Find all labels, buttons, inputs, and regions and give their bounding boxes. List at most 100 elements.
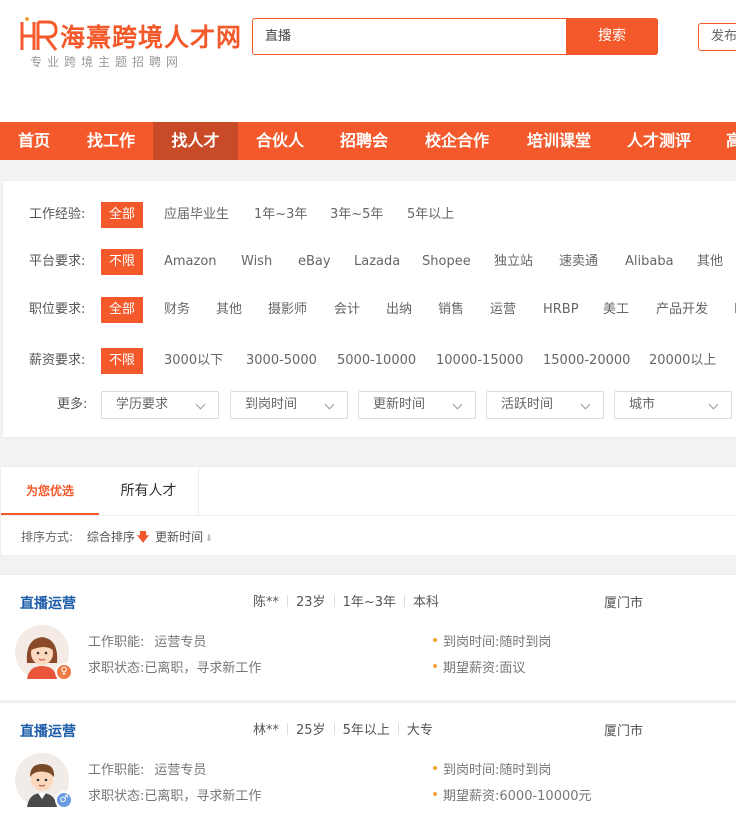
salary-label: 期望薪资: bbox=[443, 661, 500, 676]
candidate-education: 大专 bbox=[406, 723, 433, 738]
site-header: 海熹跨境人才网 专业跨境主题招聘网 搜索 发布 bbox=[0, 0, 736, 122]
filter-option[interactable]: Shopee bbox=[422, 249, 471, 275]
status-label: 求职状态: bbox=[88, 789, 145, 804]
tab-all-talent[interactable]: 所有人才 bbox=[99, 467, 199, 515]
filter-option[interactable]: eBay bbox=[298, 249, 331, 275]
results-tabs-panel: 为您优选 所有人才 排序方式: 综合排序 🡇 更新时间 ⬇ bbox=[0, 466, 736, 556]
filter-row-position: 职位要求: 全部 财务 其他 摄影师 会计 出纳 销售 运营 HRBP 美工 产… bbox=[3, 297, 736, 323]
active-time-dropdown[interactable]: 活跃时间 bbox=[486, 391, 604, 419]
nav-item-jobs[interactable]: 找工作 bbox=[70, 122, 152, 160]
candidate-card[interactable]: 直播运营 林** 25岁 5年以上 大专 厦门市 ♂ 工作职能: 运营专员 求职状态:已… bbox=[0, 702, 736, 827]
publish-button[interactable]: 发布 bbox=[698, 23, 736, 51]
nav-item-jobfair[interactable]: 招聘会 bbox=[324, 122, 404, 160]
filter-option[interactable]: 1年~3年 bbox=[254, 202, 307, 228]
nav-item-partner[interactable]: 合伙人 bbox=[240, 122, 320, 160]
candidate-education: 本科 bbox=[413, 595, 440, 610]
search-input[interactable] bbox=[253, 19, 567, 54]
filter-option[interactable]: 其他 bbox=[697, 249, 723, 275]
dropdown-label: 更新时间 bbox=[373, 397, 426, 412]
candidate-card[interactable]: 直播运营 陈** 23岁 1年~3年 本科 厦门市 ♀ 工作职能: 运营专员 求职状态:… bbox=[0, 574, 736, 700]
filter-option[interactable]: 美工 bbox=[603, 297, 629, 323]
salary-label: 期望薪资: bbox=[443, 789, 500, 804]
status-row: 求职状态:已离职，寻求新工作 bbox=[88, 657, 261, 676]
candidate-experience: 5年以上 bbox=[342, 723, 390, 738]
candidate-meta: 林** 25岁 5年以上 大专 bbox=[253, 719, 433, 738]
filter-row-salary: 薪资要求: 不限 3000以下 3000-5000 5000-10000 100… bbox=[3, 348, 736, 374]
nav-item-talent[interactable]: 找人才 bbox=[153, 122, 238, 160]
filter-option[interactable]: 15000-20000 bbox=[543, 348, 630, 374]
filter-option[interactable]: 不限 bbox=[101, 348, 144, 374]
site-logo[interactable]: 海熹跨境人才网 专业跨境主题招聘网 bbox=[18, 14, 241, 72]
salary-value: 面议 bbox=[499, 661, 526, 676]
arrival-time-dropdown[interactable]: 到岗时间 bbox=[230, 391, 348, 419]
city-dropdown[interactable]: 城市 bbox=[614, 391, 732, 419]
arrival-label: 到岗时间: bbox=[443, 763, 500, 778]
arrow-down-icon: 🡇 bbox=[136, 530, 150, 544]
filter-option[interactable]: 独立站 bbox=[494, 249, 533, 275]
candidate-city: 厦门市 bbox=[604, 596, 644, 611]
status-value: 已离职，寻求新工作 bbox=[144, 789, 262, 804]
divider bbox=[404, 595, 405, 607]
filter-option[interactable]: 5年以上 bbox=[407, 202, 454, 228]
filter-option[interactable]: Alibaba bbox=[625, 249, 674, 275]
divider bbox=[287, 723, 289, 735]
divider bbox=[333, 595, 335, 607]
filter-option[interactable]: 财务 bbox=[164, 297, 190, 323]
candidate-position[interactable]: 直播运营 bbox=[20, 721, 76, 741]
filter-option[interactable]: 产品开发 bbox=[656, 297, 708, 323]
sort-option-comprehensive[interactable]: 综合排序 bbox=[87, 530, 135, 544]
divider bbox=[397, 723, 399, 735]
filter-option[interactable]: 应届毕业生 bbox=[164, 202, 229, 228]
filter-option[interactable]: 不限 bbox=[101, 249, 144, 275]
update-time-dropdown[interactable]: 更新时间 bbox=[358, 391, 476, 419]
search-button[interactable]: 搜索 bbox=[566, 18, 658, 55]
dropdown-label: 活跃时间 bbox=[501, 397, 554, 412]
filter-option[interactable]: 全部 bbox=[101, 297, 144, 323]
nav-item-more[interactable]: 高 bbox=[718, 122, 736, 160]
filter-option[interactable]: 摄影师 bbox=[268, 297, 307, 323]
female-gender-icon: ♀ bbox=[55, 663, 73, 681]
filter-label: 工作经验: bbox=[29, 207, 86, 222]
candidate-experience: 1年~3年 bbox=[342, 595, 396, 610]
salary-row: 期望薪资:6000-10000元 bbox=[433, 785, 592, 804]
filter-option[interactable]: 3000-5000 bbox=[246, 348, 317, 374]
main-nav: 首页 找工作 找人才 合伙人 招聘会 校企合作 培训课堂 人才测评 高 bbox=[0, 122, 736, 160]
filter-option[interactable]: 3年~5年 bbox=[330, 202, 383, 228]
filter-panel: 工作经验: 全部 应届毕业生 1年~3年 3年~5年 5年以上 平台要求: 不限… bbox=[2, 180, 736, 438]
filter-option[interactable]: 全部 bbox=[101, 202, 144, 228]
education-dropdown[interactable]: 学历要求 bbox=[101, 391, 219, 419]
filter-option[interactable]: 10000-15000 bbox=[436, 348, 523, 374]
filter-option[interactable]: Amazon bbox=[164, 249, 217, 275]
filter-option[interactable]: Lazada bbox=[354, 249, 400, 275]
filter-option[interactable]: 速卖通 bbox=[559, 249, 598, 275]
filter-option[interactable]: 会计 bbox=[334, 297, 360, 323]
divider bbox=[1, 515, 736, 516]
filter-option[interactable]: 出纳 bbox=[386, 297, 412, 323]
logo-mark-icon bbox=[20, 17, 58, 51]
filter-option[interactable]: 3000以下 bbox=[164, 348, 223, 374]
divider bbox=[287, 595, 289, 607]
filter-option[interactable]: 运营 bbox=[490, 297, 516, 323]
nav-item-school[interactable]: 校企合作 bbox=[410, 122, 504, 160]
filter-option[interactable]: 5000-10000 bbox=[337, 348, 416, 374]
filter-row-more: 更多: 学历要求 到岗时间 更新时间 活跃时间 城市 bbox=[3, 391, 736, 419]
filter-option[interactable]: Wish bbox=[241, 249, 272, 275]
filter-option[interactable]: 销售 bbox=[438, 297, 464, 323]
filter-label: 职位要求: bbox=[29, 302, 86, 317]
candidate-position[interactable]: 直播运营 bbox=[20, 593, 76, 613]
tab-recommended[interactable]: 为您优选 bbox=[1, 467, 99, 515]
nav-item-training[interactable]: 培训课堂 bbox=[512, 122, 606, 160]
filter-option[interactable]: 20000以上 bbox=[649, 348, 716, 374]
arrival-label: 到岗时间: bbox=[443, 635, 500, 650]
nav-item-assessment[interactable]: 人才测评 bbox=[612, 122, 706, 160]
arrival-row: 到岗时间:随时到岗 bbox=[433, 631, 551, 650]
chevron-down-icon bbox=[452, 399, 463, 410]
filter-option[interactable]: HRBP bbox=[543, 297, 579, 323]
filter-label: 更多: bbox=[57, 397, 88, 412]
chevron-down-icon bbox=[324, 399, 335, 410]
arrow-down-icon: ⬇ bbox=[205, 534, 213, 544]
candidate-meta: 陈** 23岁 1年~3年 本科 bbox=[253, 591, 439, 610]
filter-option[interactable]: 其他 bbox=[216, 297, 242, 323]
nav-item-home[interactable]: 首页 bbox=[0, 122, 68, 160]
sort-option-update-time[interactable]: 更新时间 bbox=[155, 530, 203, 544]
